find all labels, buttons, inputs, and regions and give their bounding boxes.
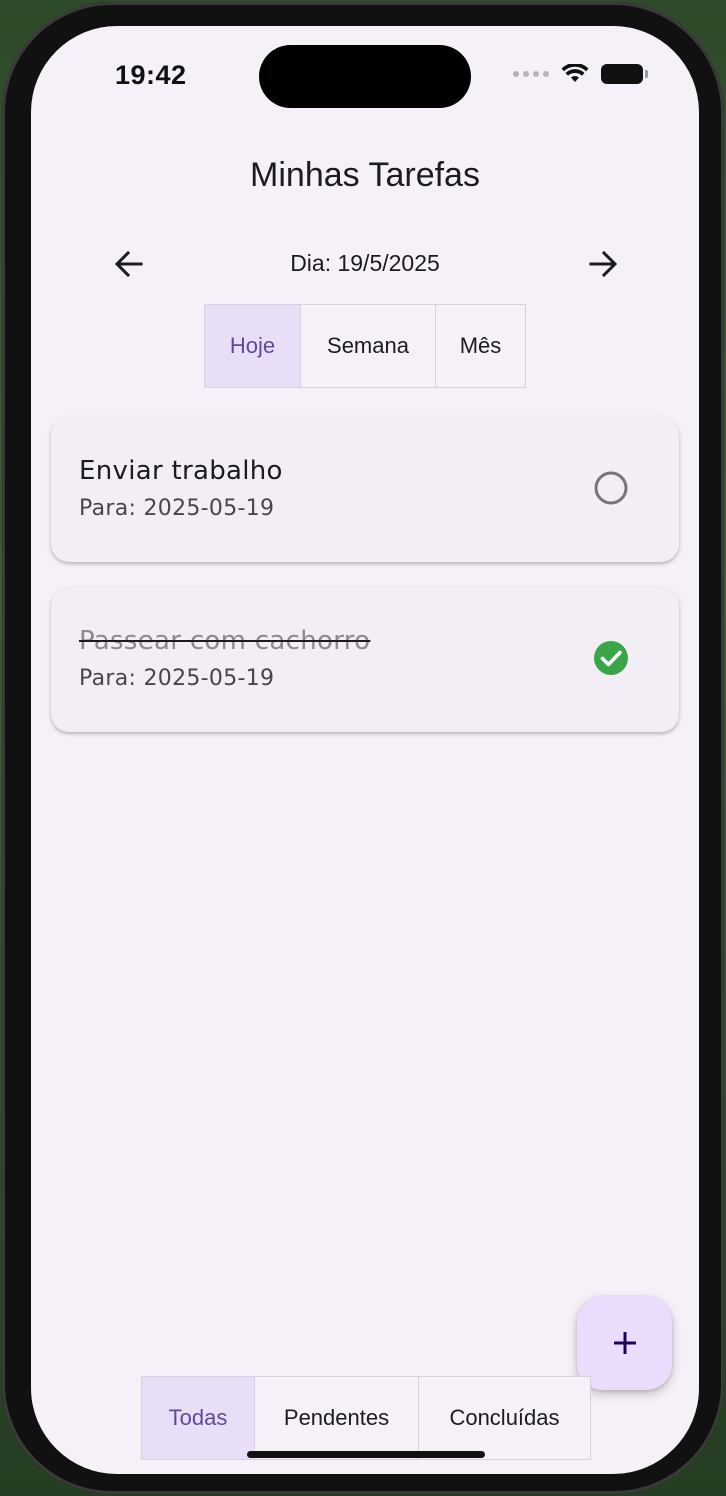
battery-icon [601,64,648,84]
app-screen: 19:42 Minhas Tarefas Dia: 19/5/2025 Hoje… [31,26,699,1474]
task-card[interactable]: Passear com cachorro Para: 2025-05-19 [51,588,679,732]
status-time: 19:42 [115,60,187,90]
next-day-button[interactable] [583,244,623,284]
add-task-button[interactable] [577,1296,672,1390]
wifi-icon [561,64,589,82]
task-card[interactable]: Enviar trabalho Para: 2025-05-19 [51,418,679,562]
range-option-week[interactable]: Semana [301,305,436,387]
task-due-date: Para: 2025-05-19 [79,496,275,521]
task-title: Enviar trabalho [79,456,283,486]
status-icons [513,64,648,84]
task-due-date: Para: 2025-05-19 [79,666,275,691]
arrow-right-icon [589,250,618,278]
date-navigation: Dia: 19/5/2025 [31,244,699,284]
range-option-month[interactable]: Mês [436,305,525,387]
filter-option-all[interactable]: Todas [142,1377,255,1459]
status-filter-selector: Todas Pendentes Concluídas [141,1376,591,1460]
check-circle-icon[interactable] [593,640,629,676]
task-title: Passear com cachorro [79,626,371,656]
dynamic-island [259,45,471,108]
filter-option-completed[interactable]: Concluídas [419,1377,590,1459]
range-option-today[interactable]: Hoje [205,305,301,387]
signal-icon [513,71,549,77]
unchecked-circle-icon[interactable] [593,470,629,506]
range-selector: Hoje Semana Mês [204,304,526,388]
home-indicator[interactable] [247,1451,485,1458]
filter-option-pending[interactable]: Pendentes [255,1377,419,1459]
plus-icon [613,1332,636,1354]
page-title: Minhas Tarefas [250,156,480,194]
